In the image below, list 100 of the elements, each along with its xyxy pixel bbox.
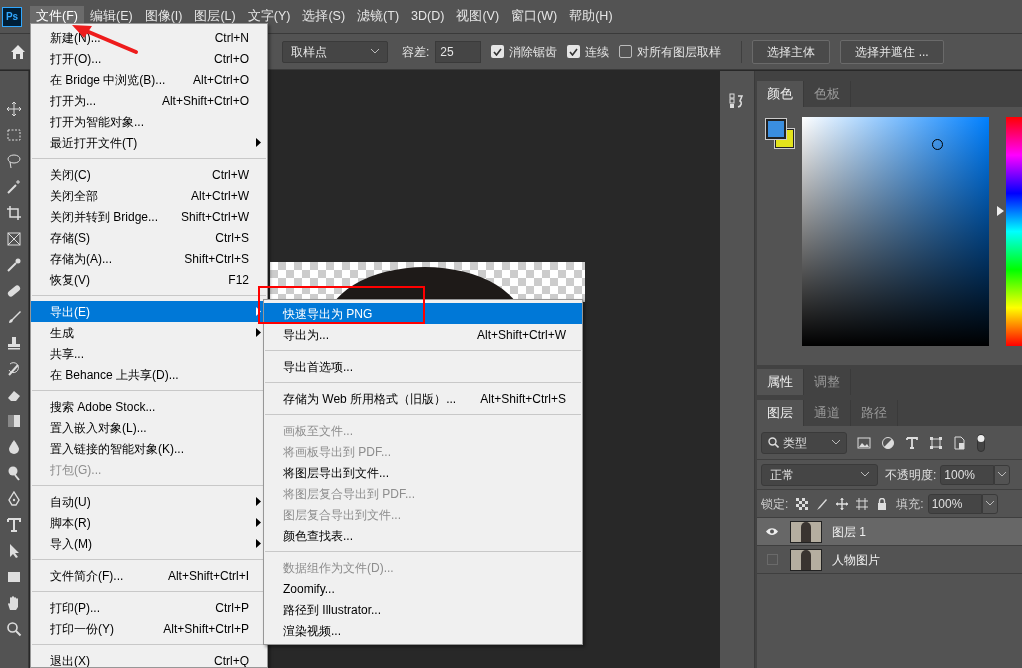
menu-item[interactable]: 文件简介(F)... Alt+Shift+Ctrl+I: [31, 565, 267, 586]
menu-item[interactable]: 恢复(V) F12: [31, 269, 267, 290]
zoom-icon[interactable]: [6, 621, 22, 637]
menu-item[interactable]: 存储(S) Ctrl+S: [31, 227, 267, 248]
marquee-icon[interactable]: [6, 127, 22, 143]
rectangle-icon[interactable]: [6, 569, 22, 585]
menu-item[interactable]: 颜色查找表...: [264, 525, 582, 546]
history-icon[interactable]: [729, 93, 745, 109]
menu-item[interactable]: 导出首选项...: [264, 356, 582, 377]
chevron-icon[interactable]: [861, 472, 869, 477]
menu-item[interactable]: 导入(M): [31, 533, 267, 554]
menu-item[interactable]: 关闭并转到 Bridge... Shift+Ctrl+W: [31, 206, 267, 227]
menu-item[interactable]: 快速导出为 PNG: [264, 303, 582, 324]
submenu-arrow-icon[interactable]: [256, 539, 261, 548]
drop-icon[interactable]: [6, 439, 22, 455]
menu-item[interactable]: 导出为... Alt+Shift+Ctrl+W: [264, 324, 582, 345]
pen-icon[interactable]: [6, 491, 22, 507]
menu-item[interactable]: 打开为... Alt+Shift+Ctrl+O: [31, 90, 267, 111]
opacity-field[interactable]: 100%: [940, 464, 995, 485]
submenu-arrow-icon[interactable]: [256, 518, 261, 527]
checkbox[interactable]: [619, 45, 633, 58]
adjustment-filter-icon[interactable]: [881, 435, 895, 450]
home-icon[interactable]: [10, 43, 26, 60]
lock-icon[interactable]: [876, 497, 889, 510]
menu-item[interactable]: 在 Behance 上共享(D)...: [31, 364, 267, 385]
menu-item[interactable]: 生成: [31, 322, 267, 343]
chevron-icon[interactable]: [371, 49, 379, 54]
panel-tab[interactable]: 颜色: [757, 81, 804, 107]
menu-item[interactable]: 存储为 Web 所用格式（旧版）... Alt+Shift+Ctrl+S: [264, 388, 582, 409]
menu-item[interactable]: 关闭全部 Alt+Ctrl+W: [31, 185, 267, 206]
submenu-arrow-icon[interactable]: [256, 328, 261, 337]
dodge-icon[interactable]: [6, 465, 22, 481]
menu-item[interactable]: 置入链接的智能对象(K)...: [31, 438, 267, 459]
brush-icon[interactable]: [6, 309, 22, 325]
menu-item[interactable]: 帮助(H): [563, 5, 619, 28]
type-filter-icon[interactable]: [905, 435, 919, 450]
menu-item[interactable]: 选择(S): [296, 5, 352, 28]
image-filter-icon[interactable]: [857, 435, 871, 450]
menu-item[interactable]: 存储为(A)... Shift+Ctrl+S: [31, 248, 267, 269]
option-button[interactable]: 选择主体: [752, 39, 831, 64]
menu-item[interactable]: 滤镜(T): [351, 5, 406, 28]
chevron-icon[interactable]: [998, 472, 1007, 477]
search-icon[interactable]: [768, 437, 779, 448]
layer-row[interactable]: 人物图片: [757, 546, 1022, 574]
shape-filter-icon[interactable]: [929, 435, 943, 450]
menu-item[interactable]: Zoomify...: [264, 578, 582, 599]
submenu-arrow-icon[interactable]: [256, 497, 261, 506]
crop-icon[interactable]: [6, 205, 22, 221]
layer-row[interactable]: 图层 1: [757, 518, 1022, 546]
lasso-icon[interactable]: [6, 153, 22, 169]
menu-item[interactable]: 关闭(C) Ctrl+W: [31, 164, 267, 185]
fill-field[interactable]: 100%: [927, 493, 982, 514]
stamp-icon[interactable]: [6, 335, 22, 351]
eye-icon[interactable]: [765, 527, 779, 536]
frame-icon[interactable]: [6, 231, 22, 247]
tolerance-field[interactable]: 25: [435, 40, 482, 63]
menu-item[interactable]: 在 Bridge 中浏览(B)... Alt+Ctrl+O: [31, 69, 267, 90]
history-brush-icon[interactable]: [6, 361, 22, 377]
menu-item[interactable]: 搜索 Adobe Stock...: [31, 396, 267, 417]
menu-item[interactable]: 自动(U): [31, 491, 267, 512]
gradient-icon[interactable]: [6, 413, 22, 429]
filter-toggle-icon[interactable]: [977, 433, 985, 452]
menu-item[interactable]: 共享...: [31, 343, 267, 364]
smart-object-filter-icon[interactable]: [953, 435, 967, 450]
menu-item[interactable]: 路径到 Illustrator...: [264, 599, 582, 620]
panel-tab[interactable]: 调整: [804, 369, 851, 395]
menu-item[interactable]: 打开(O)... Ctrl+O: [31, 48, 267, 69]
move-icon[interactable]: [836, 497, 849, 510]
menu-item[interactable]: 视图(V): [450, 5, 506, 28]
menu-item[interactable]: 最近打开文件(T): [31, 132, 267, 153]
move-icon[interactable]: [6, 101, 22, 117]
menu-item[interactable]: 退出(X) Ctrl+Q: [31, 650, 267, 667]
menu-item[interactable]: 置入嵌入对象(L)...: [31, 417, 267, 438]
menu-item[interactable]: 3D(D): [405, 5, 451, 28]
sample-dropdown[interactable]: 取样点: [282, 40, 388, 63]
menu-item[interactable]: 打印一份(Y) Alt+Shift+Ctrl+P: [31, 618, 267, 639]
menu-item[interactable]: 新建(N)... Ctrl+N: [31, 27, 267, 48]
checkbox[interactable]: [491, 45, 505, 58]
panel-tab[interactable]: 图层: [757, 400, 804, 426]
menu-item[interactable]: 将图层导出到文件...: [264, 462, 582, 483]
checkbox[interactable]: [567, 45, 581, 58]
color-field[interactable]: [802, 117, 989, 346]
menu-item[interactable]: 渲染视频...: [264, 620, 582, 641]
menu-item[interactable]: 窗口(W): [505, 5, 564, 28]
text-icon[interactable]: [6, 517, 22, 533]
foreground-swatch[interactable]: [766, 119, 786, 139]
magic-wand-icon[interactable]: [6, 179, 22, 195]
panel-tab[interactable]: 属性: [757, 369, 804, 395]
brush-icon[interactable]: [816, 497, 829, 510]
submenu-arrow-icon[interactable]: [256, 138, 261, 147]
eyedropper-icon[interactable]: [6, 257, 22, 273]
menu-item[interactable]: 脚本(R): [31, 512, 267, 533]
layer-filter-dropdown[interactable]: 类型: [761, 431, 847, 454]
chevron-icon[interactable]: [832, 440, 840, 445]
blend-mode-dropdown[interactable]: 正常: [761, 463, 878, 486]
menu-item[interactable]: 打开为智能对象...: [31, 111, 267, 132]
artboard-icon[interactable]: [856, 497, 869, 510]
menu-item[interactable]: 打印(P)... Ctrl+P: [31, 597, 267, 618]
chevron-icon[interactable]: [985, 501, 994, 506]
option-button[interactable]: 选择并遮住 ...: [840, 39, 944, 64]
